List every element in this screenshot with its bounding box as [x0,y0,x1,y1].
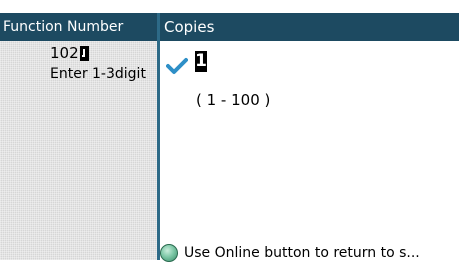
function-number-hint: Enter 1-3digit [50,66,146,82]
enter-cursor-icon [79,45,89,61]
copies-range-text: ( 1 - 100 ) [196,91,271,109]
online-button-icon [160,244,178,262]
copies-panel: Copies 1 ( 1 - 100 ) Use Online button t… [160,13,459,263]
printer-panel-screen: Function Number 102 Enter 1-3digit Copie… [0,0,459,263]
function-number-title: Function Number [3,19,124,35]
function-number-panel: Function Number 102 Enter 1-3digit [0,13,157,260]
online-button-hint: Use Online button to return to s... [160,243,459,263]
online-button-hint-text: Use Online button to return to s... [184,245,420,261]
copies-header: Copies [160,13,459,41]
function-number-value: 102 [50,44,79,62]
copies-value-field[interactable]: 1 [195,51,207,72]
checkmark-icon [166,58,188,74]
function-number-input[interactable]: 102 [50,44,89,62]
function-number-header: Function Number [0,13,157,41]
top-margin [0,0,459,12]
copies-title: Copies [164,18,215,36]
